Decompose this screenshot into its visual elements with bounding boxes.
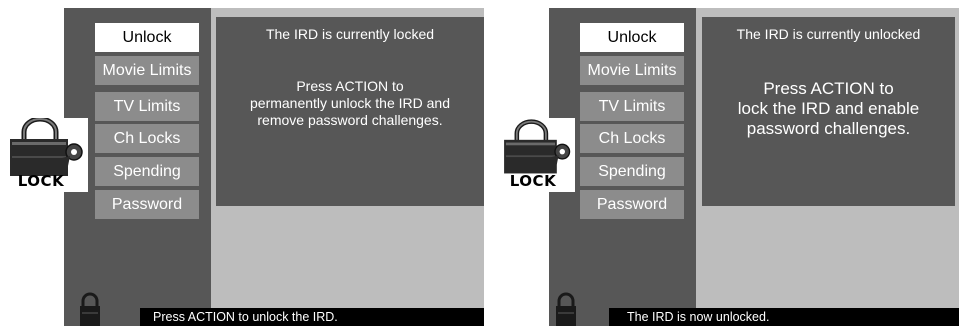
lock-tile: LOCK bbox=[0, 118, 88, 192]
menu-item-tv-limits[interactable]: TV Limits bbox=[580, 92, 684, 121]
padlock-key-icon bbox=[504, 119, 571, 174]
lock-status-text: The IRD is currently locked bbox=[265, 26, 435, 42]
menu-item-spending[interactable]: Spending bbox=[580, 157, 684, 186]
lock-screen-unlocked: Unlock Movie Limits TV Limits Ch Locks S… bbox=[549, 8, 959, 326]
small-padlock-icon bbox=[80, 292, 100, 326]
menu-item-password[interactable]: Password bbox=[580, 190, 684, 219]
info-box: The IRD is currently unlocked Press ACTI… bbox=[702, 17, 955, 206]
menu-item-password[interactable]: Password bbox=[95, 190, 199, 219]
lock-label: LOCK bbox=[17, 172, 65, 190]
instruction-text: Press ACTION to permanently unlock the I… bbox=[250, 78, 450, 128]
lock-screen-locked: Unlock Movie Limits TV Limits Ch Locks S… bbox=[64, 8, 484, 326]
menu-item-movie-limits[interactable]: Movie Limits bbox=[95, 56, 199, 85]
info-box: The IRD is currently locked Press ACTION… bbox=[216, 17, 484, 206]
lock-tile: LOCK bbox=[495, 118, 575, 192]
instruction-text: Press ACTION to lock the IRD and enable … bbox=[737, 79, 920, 138]
menu-item-ch-locks[interactable]: Ch Locks bbox=[95, 124, 199, 153]
menu-item-spending[interactable]: Spending bbox=[95, 157, 199, 186]
menu-item-tv-limits[interactable]: TV Limits bbox=[95, 92, 199, 121]
menu-item-ch-locks[interactable]: Ch Locks bbox=[580, 124, 684, 153]
menu-item-movie-limits[interactable]: Movie Limits bbox=[580, 56, 684, 85]
lock-label: LOCK bbox=[509, 172, 557, 190]
status-bar: Press ACTION to unlock the IRD. bbox=[140, 308, 484, 326]
padlock-key-icon bbox=[10, 118, 83, 176]
status-bar: The IRD is now unlocked. bbox=[609, 308, 959, 326]
small-padlock-icon bbox=[556, 292, 576, 326]
menu-item-unlock[interactable]: Unlock bbox=[95, 23, 199, 52]
menu-item-unlock[interactable]: Unlock bbox=[580, 23, 684, 52]
lock-status-text: The IRD is currently unlocked bbox=[736, 26, 921, 42]
